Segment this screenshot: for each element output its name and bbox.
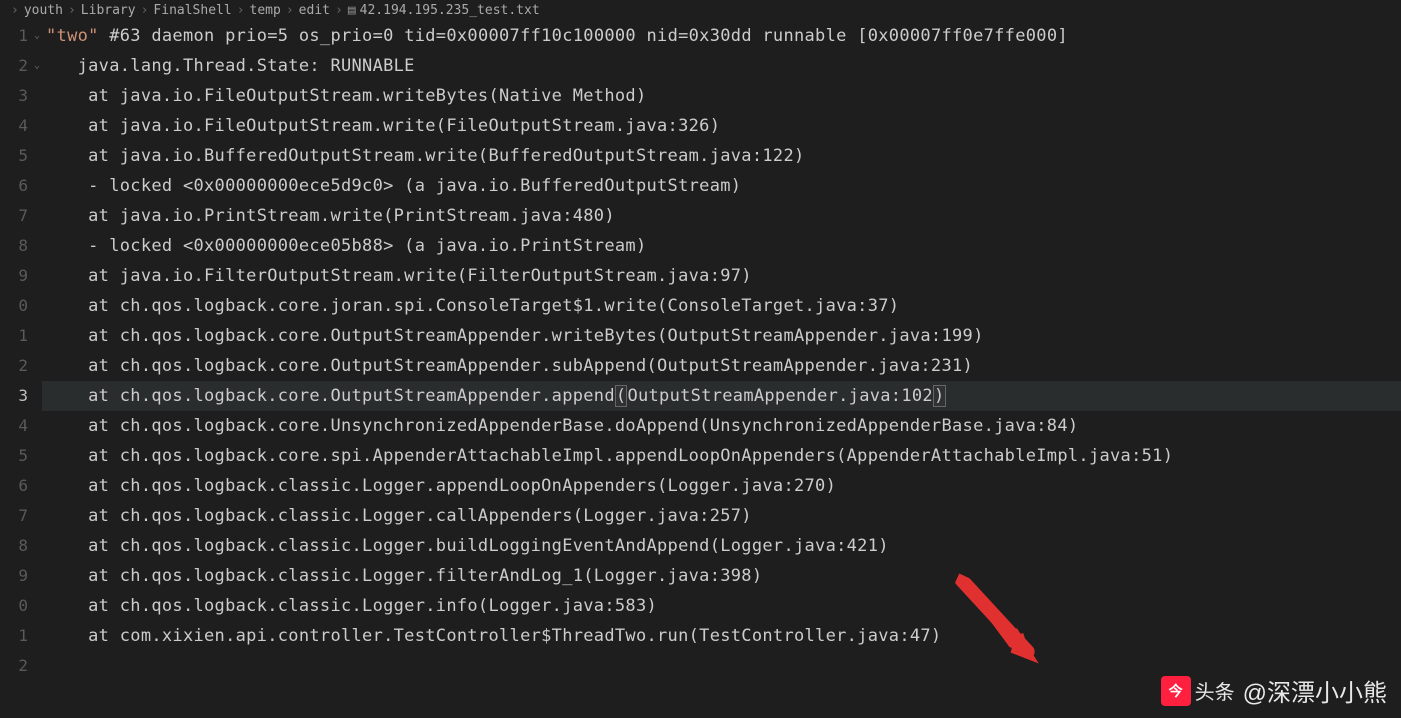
line-number: 1⌄ (0, 21, 28, 51)
line-number: 7 (0, 201, 28, 231)
line-number: 0 (0, 591, 28, 621)
line-number: 4 (0, 111, 28, 141)
brand-text: 头条 (1195, 676, 1235, 705)
code-line[interactable]: at java.io.FileOutputStream.write(FileOu… (42, 111, 1401, 141)
chevron-right-icon: › (237, 3, 245, 18)
watermark: 今 头条 @深漂小小熊 (1161, 673, 1387, 708)
chevron-right-icon: › (11, 3, 19, 18)
code-line[interactable]: at ch.qos.logback.classic.Logger.callApp… (42, 501, 1401, 531)
code-line[interactable]: at com.xixien.api.controller.TestControl… (42, 621, 1401, 651)
line-number: 9 (0, 261, 28, 291)
line-number: 1 (0, 621, 28, 651)
line-number: 7 (0, 501, 28, 531)
breadcrumb: › youth › Library › FinalShell › temp › … (0, 0, 1401, 21)
code-line[interactable]: at ch.qos.logback.core.UnsynchronizedApp… (42, 411, 1401, 441)
line-number: 3 (0, 81, 28, 111)
breadcrumb-item[interactable]: Library (81, 3, 136, 18)
line-number: 2 (0, 651, 28, 681)
line-number: 2⌄ (0, 51, 28, 81)
code-line[interactable]: at java.io.FilterOutputStream.write(Filt… (42, 261, 1401, 291)
line-number: 5 (0, 441, 28, 471)
code-line[interactable]: at ch.qos.logback.classic.Logger.buildLo… (42, 531, 1401, 561)
chevron-right-icon: › (68, 3, 76, 18)
fold-chevron-icon[interactable]: ⌄ (34, 51, 40, 81)
line-number: 8 (0, 531, 28, 561)
chevron-right-icon: › (335, 3, 343, 18)
code-line[interactable]: at ch.qos.logback.core.OutputStreamAppen… (42, 321, 1401, 351)
line-number: 6 (0, 171, 28, 201)
line-number: 9 (0, 561, 28, 591)
code-line[interactable]: at java.io.PrintStream.write(PrintStream… (42, 201, 1401, 231)
line-number: 2 (0, 351, 28, 381)
breadcrumb-item[interactable]: youth (24, 3, 63, 18)
breadcrumb-item[interactable]: temp (250, 3, 281, 18)
code-line[interactable]: at java.io.FileOutputStream.writeBytes(N… (42, 81, 1401, 111)
breadcrumb-file[interactable]: 42.194.195.235_test.txt (360, 3, 540, 18)
code-line[interactable]: at ch.qos.logback.core.OutputStreamAppen… (42, 351, 1401, 381)
code-line[interactable]: at java.io.BufferedOutputStream.write(Bu… (42, 141, 1401, 171)
line-number: 0 (0, 291, 28, 321)
editor[interactable]: 1⌄2⌄34567890123456789012 "two" #63 daemo… (0, 21, 1401, 715)
line-number: 8 (0, 231, 28, 261)
code-line[interactable]: at ch.qos.logback.classic.Logger.info(Lo… (42, 591, 1401, 621)
code-line[interactable]: "two" #63 daemon prio=5 os_prio=0 tid=0x… (42, 21, 1401, 51)
logo: 今 头条 (1161, 676, 1235, 706)
code-line[interactable]: - locked <0x00000000ece05b88> (a java.io… (42, 231, 1401, 261)
code-line[interactable]: java.lang.Thread.State: RUNNABLE (42, 51, 1401, 81)
file-icon: ▤ (348, 3, 356, 18)
fold-chevron-icon[interactable]: ⌄ (34, 21, 40, 51)
code-line[interactable]: - locked <0x00000000ece5d9c0> (a java.io… (42, 171, 1401, 201)
chevron-right-icon: › (141, 3, 149, 18)
line-number: 1 (0, 321, 28, 351)
line-number: 6 (0, 471, 28, 501)
code-area[interactable]: "two" #63 daemon prio=5 os_prio=0 tid=0x… (42, 21, 1401, 715)
line-number: 5 (0, 141, 28, 171)
code-line[interactable]: at ch.qos.logback.core.OutputStreamAppen… (42, 381, 1401, 411)
code-line[interactable]: at ch.qos.logback.core.spi.AppenderAttac… (42, 441, 1401, 471)
code-line[interactable]: at ch.qos.logback.core.joran.spi.Console… (42, 291, 1401, 321)
code-line[interactable]: at ch.qos.logback.classic.Logger.appendL… (42, 471, 1401, 501)
code-line[interactable]: at ch.qos.logback.classic.Logger.filterA… (42, 561, 1401, 591)
watermark-handle: @深漂小小熊 (1243, 673, 1387, 708)
line-number: 4 (0, 411, 28, 441)
gutter: 1⌄2⌄34567890123456789012 (0, 21, 42, 715)
breadcrumb-item[interactable]: FinalShell (153, 3, 231, 18)
breadcrumb-item[interactable]: edit (299, 3, 330, 18)
chevron-right-icon: › (286, 3, 294, 18)
line-number: 3 (0, 381, 28, 411)
logo-icon: 今 (1161, 676, 1191, 706)
